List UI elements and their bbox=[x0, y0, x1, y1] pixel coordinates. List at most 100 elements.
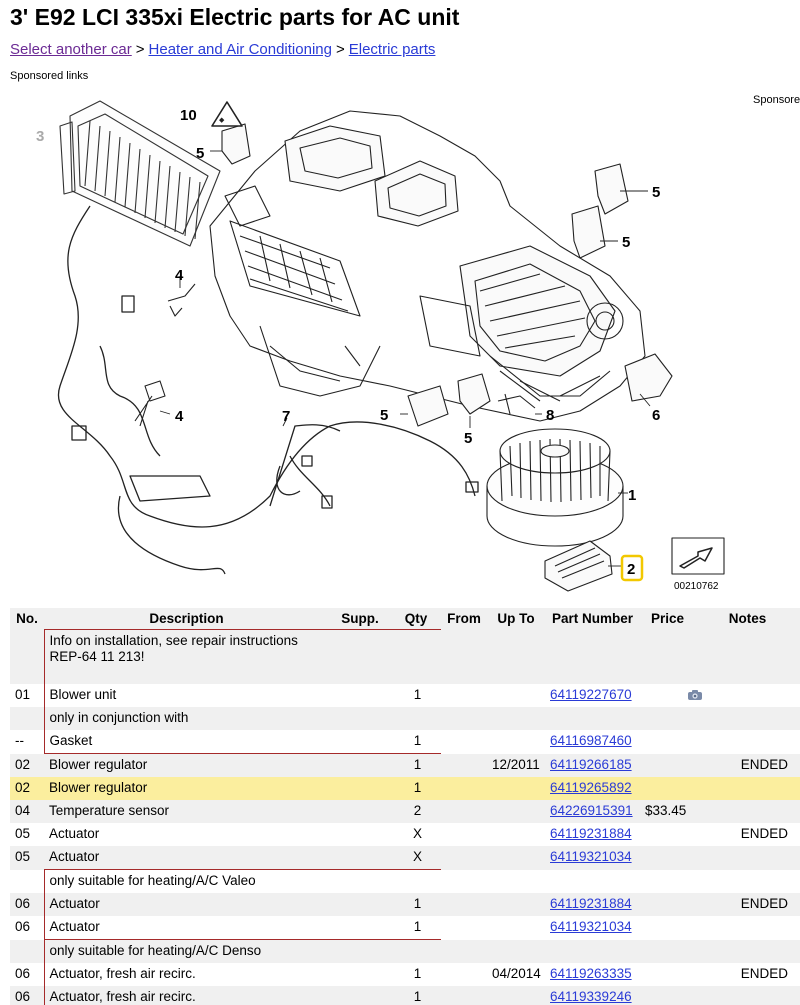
temperature-sensor-part bbox=[134, 283, 196, 427]
cell-qty: 1 bbox=[391, 893, 441, 916]
cell-qty-text: 1 bbox=[413, 780, 422, 795]
cell-no bbox=[10, 707, 44, 730]
part-number-link[interactable]: 64119321034 bbox=[550, 919, 632, 934]
cell-no-text: 01 bbox=[15, 687, 31, 702]
part-number-link[interactable]: 64119265892 bbox=[550, 780, 632, 795]
cell-part-number bbox=[545, 869, 640, 893]
cell-from bbox=[441, 916, 487, 940]
cell-price bbox=[640, 753, 695, 777]
cell-qty: 1 bbox=[391, 730, 441, 754]
col-header-no: No. bbox=[10, 608, 44, 629]
part-number-link[interactable]: 64226915391 bbox=[550, 803, 633, 818]
part-number-link[interactable]: 64119266185 bbox=[550, 757, 632, 772]
cell-description-text: Actuator bbox=[49, 896, 100, 911]
cell-description-text: only suitable for heating/A/C Denso bbox=[49, 943, 262, 958]
part-number-link[interactable]: 64119263335 bbox=[550, 966, 632, 981]
cell-from bbox=[441, 869, 487, 893]
cell-description-text: Blower regulator bbox=[49, 780, 148, 795]
cell-part-number: 64119321034 bbox=[545, 846, 640, 870]
cell-qty: 2 bbox=[391, 800, 441, 823]
part-number-link[interactable]: 64119339246 bbox=[550, 989, 632, 1004]
part-number-link[interactable]: 64116987460 bbox=[550, 733, 632, 748]
cell-from bbox=[441, 730, 487, 754]
part-number-link[interactable]: 64119231884 bbox=[550, 896, 632, 911]
callout-5: 5 bbox=[380, 407, 388, 424]
cell-notes bbox=[695, 777, 800, 800]
parts-diagram: ◆ 1 2 3 4 4 5 5 5 5 5 6 7 8 10 00210762 bbox=[36, 100, 725, 592]
cell-no-text: -- bbox=[15, 733, 24, 748]
cell-from bbox=[441, 846, 487, 870]
diagram-number: 00210762 bbox=[674, 581, 719, 592]
cell-supp bbox=[329, 730, 391, 754]
callout-4: 4 bbox=[175, 267, 184, 284]
cell-description-text: Actuator bbox=[49, 826, 100, 841]
table-row: -- Gasket 1 64116987460 bbox=[10, 730, 800, 754]
breadcrumb-electric-parts-link[interactable]: Electric parts bbox=[349, 41, 436, 58]
callout-5: 5 bbox=[622, 234, 630, 251]
part-number-link[interactable]: 64119321034 bbox=[550, 849, 632, 864]
cell-part-number: 64119227670 bbox=[545, 684, 640, 707]
cell-price bbox=[640, 707, 695, 730]
wiring-harness bbox=[57, 205, 479, 575]
cell-notes bbox=[695, 800, 800, 823]
cell-notes-text: ENDED bbox=[740, 896, 788, 911]
cell-qty: 1 bbox=[391, 963, 441, 986]
cell-part-number bbox=[545, 939, 640, 963]
cell-description-text: Blower unit bbox=[49, 687, 117, 702]
cell-description: Actuator bbox=[43, 916, 329, 940]
cell-supp bbox=[329, 916, 391, 940]
table-row: only suitable for heating/A/C Valeo bbox=[10, 869, 800, 893]
callout-7: 7 bbox=[282, 408, 290, 425]
col-header-part-number: Part Number bbox=[545, 608, 640, 629]
cell-up-to bbox=[487, 684, 545, 707]
cell-description: Blower regulator bbox=[44, 753, 329, 777]
table-header-row: No. Description Supp. Qty From Up To Par… bbox=[10, 608, 800, 629]
cell-up-to bbox=[487, 869, 545, 893]
cell-part-number: 64119321034 bbox=[545, 916, 640, 940]
cell-notes bbox=[695, 684, 800, 707]
breadcrumb-heater-link[interactable]: Heater and Air Conditioning bbox=[149, 41, 332, 58]
part-number-link[interactable]: 64119227670 bbox=[550, 687, 632, 702]
table-row: 02 Blower regulator 1 64119265892 bbox=[10, 777, 800, 800]
cell-supp bbox=[329, 939, 391, 963]
table-row: 06 Actuator, fresh air recirc. 1 6411933924… bbox=[10, 986, 800, 1005]
table-row: 06 Actuator 1 64119231884 ENDED bbox=[10, 893, 800, 916]
cell-from bbox=[441, 963, 487, 986]
cell-up-to bbox=[487, 823, 545, 846]
cell-from bbox=[441, 777, 487, 800]
cell-qty: 1 bbox=[391, 916, 441, 940]
callout-6: 6 bbox=[652, 407, 660, 424]
table-row: Info on installation, see repair instruc… bbox=[10, 628, 800, 684]
col-header-from: From bbox=[441, 608, 487, 629]
cell-no-text: 06 bbox=[15, 919, 31, 934]
cell-notes-text: ENDED bbox=[740, 756, 788, 772]
hvac-housing bbox=[209, 110, 646, 422]
cell-description: Actuator bbox=[44, 823, 329, 846]
cell-from bbox=[441, 800, 487, 823]
cell-no-text: 05 bbox=[15, 826, 31, 841]
callout-1: 1 bbox=[628, 487, 636, 504]
cell-price bbox=[640, 777, 695, 800]
cell-from bbox=[441, 684, 487, 707]
blower-unit-part bbox=[486, 428, 624, 547]
cell-description: Actuator, fresh air recirc. bbox=[43, 986, 329, 1005]
cell-description: Actuator bbox=[43, 893, 329, 916]
cell-description: Actuator, fresh air recirc. bbox=[43, 963, 329, 986]
cell-supp bbox=[329, 846, 391, 870]
page-title: 3' E92 LCI 335xi Electric parts for AC u… bbox=[10, 4, 460, 30]
cell-part-number: 64119231884 bbox=[545, 893, 640, 916]
cell-part-number: 64226915391 bbox=[545, 800, 640, 823]
cell-no-text: 06 bbox=[15, 989, 31, 1004]
cell-no: 02 bbox=[10, 753, 44, 777]
cell-up-to bbox=[487, 777, 545, 800]
cell-up-to bbox=[487, 800, 545, 823]
part-number-link[interactable]: 64119231884 bbox=[550, 826, 632, 841]
blower-regulator-part bbox=[544, 540, 613, 592]
cell-no: 06 bbox=[10, 986, 44, 1005]
camera-icon[interactable] bbox=[687, 688, 703, 700]
cell-from bbox=[441, 707, 487, 730]
breadcrumb-select-car-link[interactable]: Select another car bbox=[10, 41, 132, 58]
cell-no: 06 bbox=[10, 916, 44, 940]
warning-triangle-part: ◆ bbox=[211, 101, 243, 127]
cell-no: 02 bbox=[10, 777, 44, 800]
